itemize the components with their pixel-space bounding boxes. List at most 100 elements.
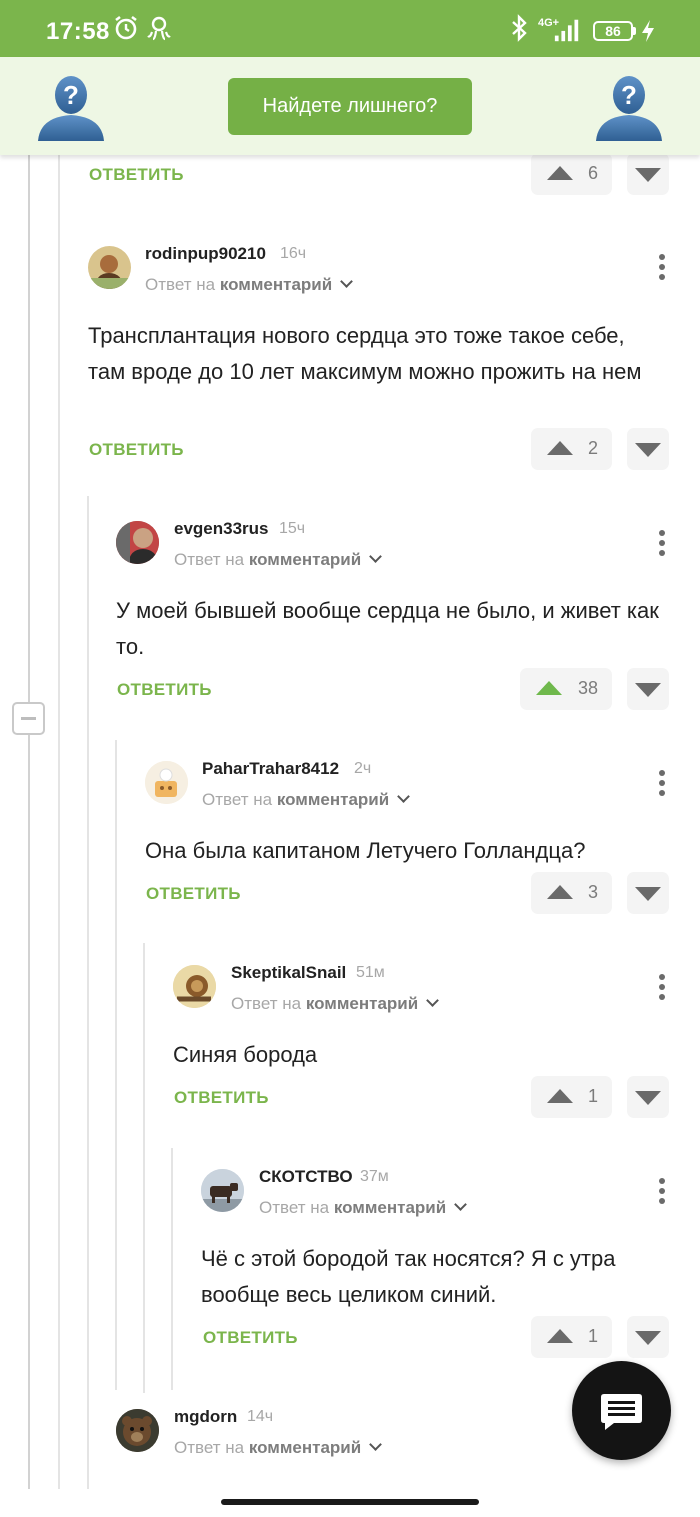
vote-count: 2 [587,438,598,458]
vote-count: 6 [587,163,598,183]
thread-line [87,496,89,1489]
arrow-up-icon [547,1329,573,1343]
comment-author[interactable]: mgdorn [174,1407,237,1427]
gesture-nav-bar[interactable] [221,1499,479,1505]
chat-fab-button[interactable] [572,1361,671,1460]
reply-to-link[interactable]: Ответ на комментарий [202,790,411,810]
vote-count: 1 [587,1086,598,1106]
thread-line [58,155,60,1489]
downvote-button[interactable] [627,1316,669,1358]
comment-text: Синяя борода [173,1042,318,1067]
comment-text: Она была капитаном Летучего Голландца? [145,838,586,863]
signal-icon [554,19,579,42]
arrow-up-icon [547,166,573,180]
upvote-button[interactable]: 38 [520,668,612,710]
avatar [173,965,216,1008]
reply-target: комментарий [305,994,419,1013]
battery-indicator: 86 [593,21,636,41]
downvote-button[interactable] [627,668,669,710]
reply-to-link[interactable]: Ответ на комментарий [174,550,383,570]
vote-count: 1 [587,1326,598,1346]
mystery-person-icon: ? [596,76,662,141]
comment-author[interactable]: PaharTrahar8412 [202,759,339,779]
reply-button[interactable]: ОТВЕТИТЬ [89,165,184,185]
more-options-icon[interactable] [657,530,667,560]
more-options-icon[interactable] [657,1178,667,1208]
collapse-thread-button[interactable] [12,702,45,735]
comment-time: 14ч [247,1408,274,1425]
reply-prefix: Ответ на [202,790,273,809]
reply-to-link[interactable]: Ответ на комментарий [145,275,354,295]
upvote-button[interactable]: 3 [531,872,612,914]
downvote-button[interactable] [627,428,669,470]
more-options-icon[interactable] [657,770,667,800]
vote-count: 38 [577,678,598,698]
arrow-down-icon [635,168,661,182]
chevron-down-icon [340,275,354,288]
comment-author[interactable]: СКОТСТВО [259,1167,353,1187]
arrow-up-icon [547,441,573,455]
avatar [201,1169,244,1212]
svg-text:?: ? [621,80,637,110]
reply-button[interactable]: ОТВЕТИТЬ [89,440,184,460]
thread-line [28,735,30,1489]
upvote-button[interactable]: 2 [531,428,612,470]
reply-button[interactable]: ОТВЕТИТЬ [146,884,241,904]
more-options-icon[interactable] [657,974,667,1004]
chevron-down-icon [454,1198,468,1211]
comment-author[interactable]: rodinpup90210 [145,244,266,264]
upvote-button[interactable]: 1 [531,1316,612,1358]
reply-prefix: Ответ на [174,550,245,569]
arrow-down-icon [635,1331,661,1345]
find-odd-one-button[interactable]: Найдете лишнего? [228,78,472,135]
upvote-button[interactable]: 6 [531,153,612,195]
avatar [116,521,159,564]
status-time: 17:58 [46,18,110,45]
reply-button[interactable]: ОТВЕТИТЬ [203,1328,298,1348]
comment-author[interactable]: evgen33rus [174,519,269,539]
svg-text:?: ? [63,80,79,110]
arrow-up-icon [547,885,573,899]
avatar [116,1409,159,1452]
reply-target: комментарий [248,1438,362,1457]
comment-author[interactable]: SkeptikalSnail [231,963,346,983]
reply-to-link[interactable]: Ответ на комментарий [259,1198,468,1218]
comment-time: 15ч [279,520,306,537]
comment-text: Трансплантация нового сердца это тоже та… [88,323,642,384]
reply-to-link[interactable]: Ответ на комментарий [231,994,440,1014]
thread-line [143,943,145,1393]
thread-line [115,740,117,1390]
charging-icon [642,20,654,42]
chevron-down-icon [369,1438,383,1451]
chat-icon [601,1394,642,1430]
downvote-button[interactable] [627,1076,669,1118]
thread-line [28,155,30,702]
reply-prefix: Ответ на [174,1438,245,1457]
vote-count: 3 [587,882,598,902]
alarm-icon [115,15,137,40]
upvote-button[interactable]: 1 [531,1076,612,1118]
downvote-button[interactable] [627,153,669,195]
reply-target: комментарий [276,790,390,809]
arrow-down-icon [635,1091,661,1105]
comment-time: 37м [360,1168,389,1185]
mystery-person-icon: ? [38,76,104,141]
arrow-down-icon [635,887,661,901]
reply-prefix: Ответ на [145,275,216,294]
arrow-up-icon [536,681,562,695]
more-options-icon[interactable] [657,254,667,284]
avatar [88,246,131,289]
reply-button[interactable]: ОТВЕТИТЬ [117,680,212,700]
comment-time: 16ч [280,245,307,262]
status-bar: 17:58 4G+ 86 [0,0,700,57]
arrow-up-icon [547,1089,573,1103]
reply-button[interactable]: ОТВЕТИТЬ [174,1088,269,1108]
chevron-down-icon [397,790,411,803]
chevron-down-icon [426,994,440,1007]
avatar [145,761,188,804]
arrow-down-icon [635,443,661,457]
downvote-button[interactable] [627,872,669,914]
reply-to-link[interactable]: Ответ на комментарий [174,1438,383,1458]
comment-time: 2ч [354,760,372,777]
bluetooth-icon [512,14,527,42]
